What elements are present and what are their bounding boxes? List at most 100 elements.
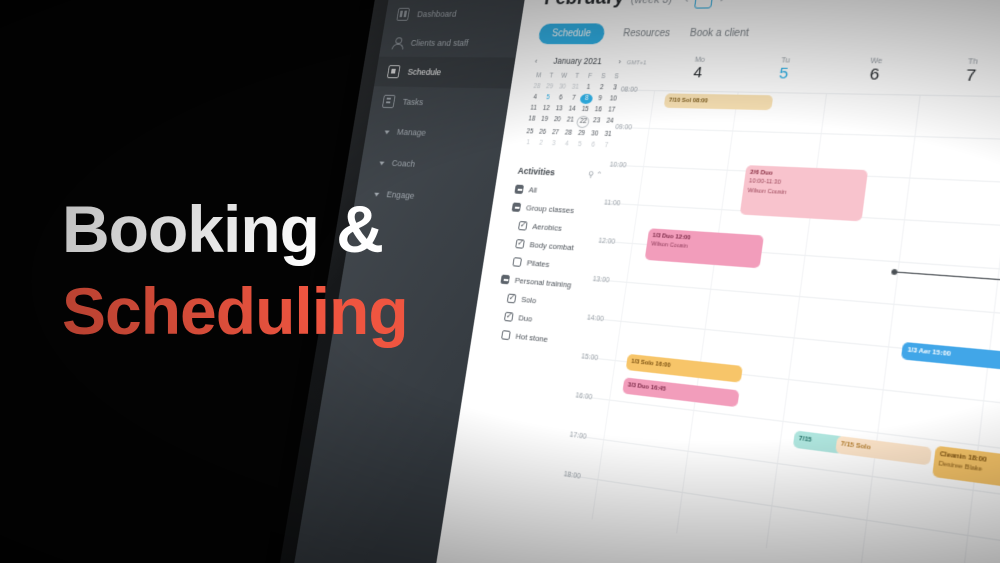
calendar-slot[interactable] — [903, 178, 1000, 225]
calendar-slot[interactable] — [626, 244, 716, 289]
mini-calendar-grid[interactable]: M T W T F S S 28 29 30 31 1 2 3 4 5 6 7 8 9 10 11 12 13 14 15 16 17… — [521, 71, 623, 151]
mini-cal-day[interactable]: 5 — [541, 93, 554, 103]
calendar-slot[interactable] — [893, 262, 999, 312]
activity-filter-row[interactable]: Solo — [498, 293, 590, 311]
mini-cal-day[interactable]: 23 — [590, 116, 604, 126]
checkbox-checked[interactable] — [506, 293, 517, 304]
calendar-day-header[interactable]: Tu 5 — [739, 57, 831, 87]
calendar-slot[interactable] — [732, 92, 826, 134]
prev-week-button[interactable]: ‹ — [684, 0, 689, 6]
calendar-slot[interactable] — [809, 174, 910, 220]
mini-cal-day[interactable]: 7 — [567, 94, 581, 104]
calendar-slot[interactable] — [820, 94, 920, 136]
sidebar-item-dashboard[interactable]: Dashboard — [384, 0, 525, 29]
mini-cal-day[interactable]: 6 — [554, 93, 567, 103]
calendar-slot[interactable] — [631, 205, 722, 249]
calendar-day-header[interactable]: Th 7 — [920, 58, 1000, 89]
mini-cal-day[interactable]: 14 — [565, 105, 579, 115]
calendar-slot[interactable] — [643, 128, 733, 170]
calendar-day-header[interactable]: We 6 — [827, 57, 924, 87]
mini-cal-day[interactable]: 4 — [528, 93, 541, 103]
mini-cal-day[interactable]: 11 — [527, 104, 540, 114]
mini-cal-day[interactable]: 31 — [568, 83, 582, 93]
mini-cal-day[interactable]: 3 — [547, 139, 561, 149]
mini-cal-day[interactable]: 30 — [588, 129, 602, 139]
mini-cal-day[interactable]: 22 — [576, 115, 591, 129]
tab-resources[interactable]: Resources — [622, 28, 670, 39]
checkbox-checked[interactable] — [503, 311, 514, 322]
sidebar-item-clients-and-staff[interactable]: Clients and staff — [379, 29, 520, 58]
mini-cal-day[interactable]: 2 — [534, 139, 547, 149]
calendar-slot[interactable] — [804, 215, 904, 262]
checkbox-indeterminate[interactable] — [511, 202, 522, 212]
mini-cal-prev[interactable]: ‹ — [534, 56, 538, 65]
next-week-button[interactable]: › — [719, 0, 725, 5]
calendar-slot[interactable] — [799, 255, 899, 304]
activity-filter-row[interactable]: Hot stone — [492, 329, 584, 348]
tab-schedule[interactable]: Schedule — [537, 23, 606, 45]
calendar-day-header[interactable]: Mo 4 — [655, 56, 742, 85]
mini-cal-day[interactable]: 20 — [551, 115, 564, 125]
calendar-slot[interactable] — [909, 137, 1000, 182]
mini-cal-day[interactable]: 6 — [586, 140, 600, 151]
mini-cal-day[interactable]: 28 — [562, 128, 576, 138]
calendar-slot[interactable] — [726, 131, 821, 174]
checkbox-indeterminate[interactable] — [514, 184, 524, 194]
mini-cal-day[interactable]: 12 — [539, 104, 552, 114]
mini-cal-day[interactable]: 9 — [593, 94, 607, 104]
mini-cal-day[interactable]: 29 — [543, 82, 556, 92]
mini-cal-day[interactable]: 19 — [538, 115, 551, 125]
calendar-slot[interactable] — [637, 167, 727, 210]
mini-cal-day[interactable]: 16 — [591, 105, 605, 115]
checkbox-indeterminate[interactable] — [500, 274, 511, 285]
checkbox-unchecked[interactable] — [501, 330, 511, 341]
checkbox-checked[interactable] — [517, 221, 528, 231]
sidebar-item-schedule[interactable]: Schedule — [374, 56, 516, 89]
calendar-slot[interactable] — [914, 95, 1000, 139]
checkbox-unchecked[interactable] — [512, 257, 523, 267]
mini-cal-day[interactable]: 28 — [530, 82, 543, 92]
calendar-slot[interactable] — [721, 170, 816, 215]
date-picker-icon[interactable] — [694, 0, 715, 9]
mini-cal-day[interactable]: 1 — [521, 138, 534, 148]
activities-icons[interactable]: ⚲ ⌃ — [587, 169, 603, 179]
activity-filter-row[interactable]: Group classes — [511, 202, 604, 216]
calendar-slot[interactable] — [710, 249, 805, 296]
mini-cal-day[interactable]: 29 — [575, 129, 589, 139]
calendar-time-grid[interactable]: 08:00 09:00 10:00 11:00 12:00 13:00 14:00 15:00… — [557, 86, 1000, 563]
sidebar-item-tasks[interactable]: Tasks — [369, 86, 511, 120]
calendar-slot[interactable] — [648, 91, 738, 131]
activity-filter-row[interactable]: Pilates — [503, 256, 595, 272]
tab-book-a-client[interactable]: Book a client — [689, 28, 749, 39]
mini-cal-day[interactable]: 15 — [578, 105, 592, 115]
mini-cal-day[interactable]: 30 — [556, 82, 569, 92]
mini-cal-day[interactable]: 25 — [523, 127, 536, 137]
activity-filter-row[interactable]: All — [514, 184, 606, 199]
mini-cal-day[interactable]: 1 — [582, 83, 596, 93]
mini-cal-day[interactable]: 8 — [579, 93, 594, 105]
mini-cal-dow: W — [560, 72, 568, 80]
mini-cal-day[interactable]: 26 — [536, 128, 549, 138]
mini-cal-dow: M — [535, 72, 542, 80]
calendar-slot[interactable] — [715, 210, 810, 255]
activity-filter-row[interactable]: Body combat — [506, 238, 598, 254]
activity-filter-row[interactable]: Aerobics — [509, 220, 601, 235]
time-label: 10:00 — [609, 161, 627, 170]
activity-filter-row[interactable]: Personal training — [500, 274, 592, 292]
mini-cal-day[interactable]: 27 — [549, 128, 562, 138]
activity-filter-row[interactable]: Duo — [495, 311, 587, 329]
sidebar-item-label: Tasks — [401, 96, 425, 108]
mini-cal-day[interactable]: 5 — [573, 140, 587, 151]
mini-cal-next[interactable]: › — [618, 57, 622, 66]
calendar-slot[interactable] — [704, 289, 799, 338]
mini-cal-day[interactable]: 2 — [595, 83, 609, 93]
mini-cal-day[interactable]: 4 — [560, 139, 574, 149]
mini-cal-day[interactable]: 18 — [525, 114, 538, 124]
calendar-slot[interactable] — [961, 535, 1000, 563]
calendar-slot[interactable] — [898, 220, 1000, 269]
mini-cal-day[interactable]: 13 — [552, 104, 565, 114]
checkbox-checked[interactable] — [515, 239, 525, 249]
calendar-slot[interactable] — [815, 134, 915, 178]
calendar-slot[interactable] — [620, 282, 711, 329]
mini-cal-day[interactable]: 21 — [563, 115, 577, 125]
